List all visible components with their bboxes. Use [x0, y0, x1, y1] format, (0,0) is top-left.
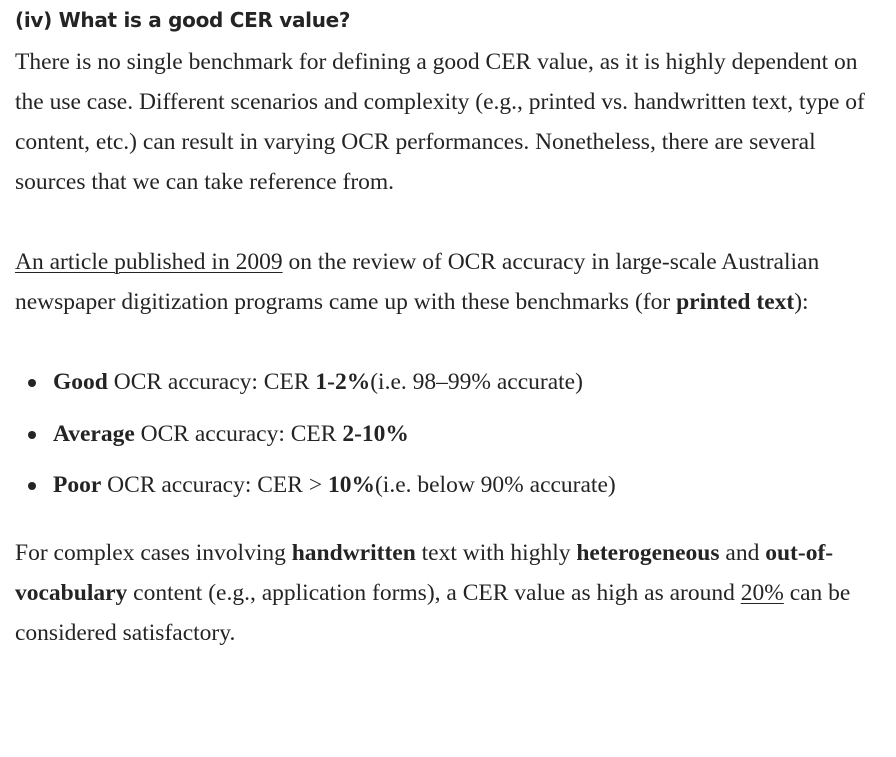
benchmark-item-average: Average OCR accuracy: CER 2-10%: [15, 414, 885, 454]
benchmark-item-good: Good OCR accuracy: CER 1-2%(i.e. 98–99% …: [15, 362, 885, 402]
section-heading: (iv) What is a good CER value?: [15, 8, 351, 32]
complex-cases-paragraph: For complex cases involving handwritten …: [15, 533, 885, 653]
twenty-percent-link[interactable]: 20%: [741, 580, 784, 606]
source-text-2: ):: [794, 289, 809, 315]
article-section: (iv) What is a good CER value? There is …: [15, 0, 885, 653]
heterogeneous-bold: heterogeneous: [576, 540, 720, 566]
article-2009-link[interactable]: An article published in 2009: [15, 249, 283, 275]
complex-text: and: [719, 540, 766, 566]
bullet-dot: [28, 430, 36, 439]
complex-text: content (e.g., application forms), a CER…: [127, 580, 741, 606]
benchmark-suffix: (i.e. below 90% accurate): [374, 472, 616, 498]
complex-text: text with highly: [415, 540, 577, 566]
benchmark-value: 10%: [327, 472, 375, 498]
benchmark-item-poor: Poor OCR accuracy: CER > 10%(i.e. below …: [15, 465, 885, 505]
benchmark-lead: Average: [53, 420, 135, 447]
complex-text: For complex cases involving: [15, 540, 292, 566]
bullet-dot: [28, 482, 36, 490]
printed-text-bold: printed text: [676, 289, 795, 315]
source-paragraph: An article published in 2009 on the revi…: [15, 242, 885, 322]
benchmark-suffix: (i.e. 98–99% accurate): [370, 369, 583, 395]
benchmark-lead: Poor: [53, 472, 102, 498]
benchmark-value: 2-10%: [342, 420, 409, 447]
benchmark-lead: Good: [53, 369, 108, 395]
bullet-dot: [28, 379, 36, 387]
benchmark-text: OCR accuracy: CER: [134, 420, 343, 447]
benchmark-value: 1-2%: [315, 369, 371, 395]
benchmark-text: OCR accuracy: CER: [107, 369, 316, 395]
benchmark-list: Good OCR accuracy: CER 1-2%(i.e. 98–99% …: [15, 362, 885, 505]
benchmark-text: OCR accuracy: CER >: [101, 472, 328, 498]
handwritten-bold: handwritten: [291, 540, 416, 566]
intro-paragraph: There is no single benchmark for definin…: [15, 49, 865, 195]
